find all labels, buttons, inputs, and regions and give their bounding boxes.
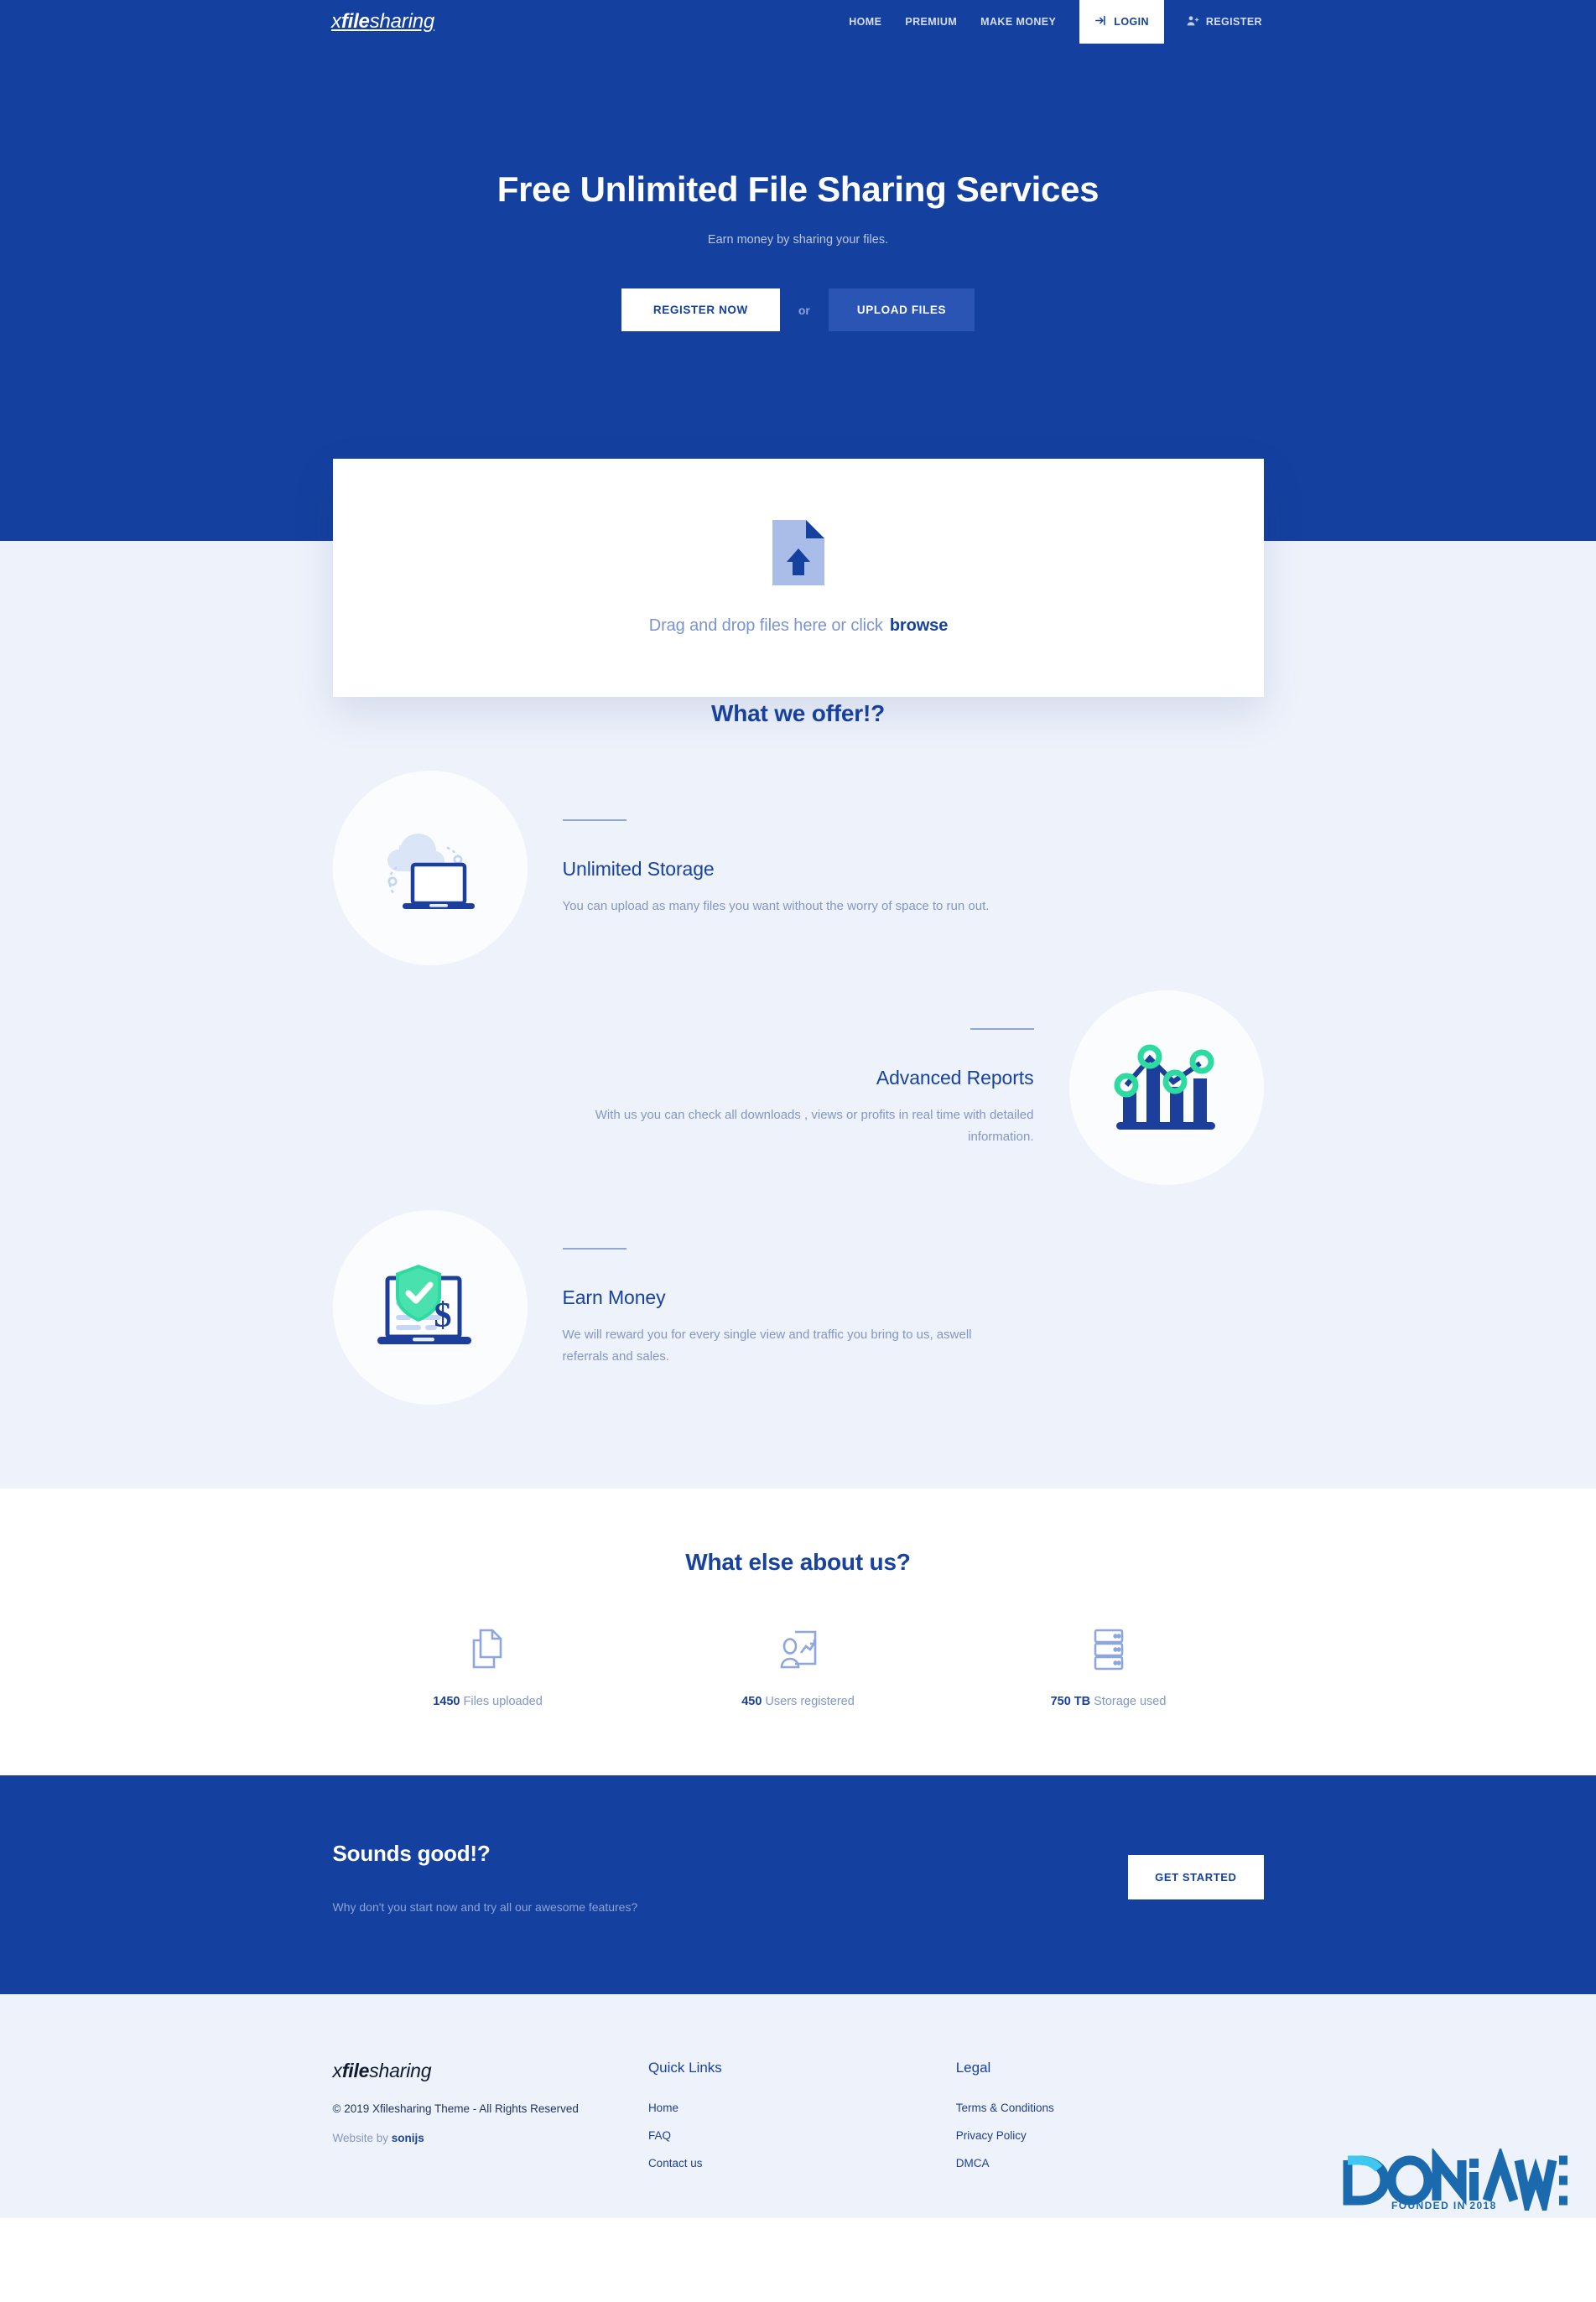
hero-content: Free Unlimited File Sharing Services Ear…: [0, 44, 1596, 332]
browse-link[interactable]: browse: [890, 616, 949, 635]
cta-title: Sounds good!?: [332, 1841, 491, 1866]
feature-advanced-reports: Advanced Reports With us you can check a…: [333, 990, 1264, 1185]
stat-storage-used-label: 750 TB Storage used: [954, 1695, 1264, 1708]
footer-quick-links-column: Quick Links Home FAQ Contact us: [648, 2060, 956, 2185]
stat-files-uploaded: 1450 Files uploaded: [333, 1626, 643, 1708]
get-started-button[interactable]: GET STARTED: [1128, 1855, 1264, 1899]
watermark-tagline: FOUNDED IN 2018: [1391, 2200, 1497, 2211]
nav-item-home[interactable]: HOME: [849, 16, 881, 28]
stat-storage-used: 750 TB Storage used: [954, 1626, 1264, 1708]
footer-link-contact-us[interactable]: Contact us: [648, 2157, 956, 2169]
feature-1-body: Unlimited Storage You can upload as many…: [528, 818, 1048, 917]
bar-chart-icon: [1068, 990, 1264, 1185]
logo-part-x: x: [331, 10, 341, 33]
top-navigation-bar: xfilesharing HOME PREMIUM MAKE MONEY LOG…: [0, 0, 1596, 44]
footer-logo-part-sharing: sharing: [369, 2060, 432, 2081]
svg-text:$: $: [434, 1296, 451, 1335]
shield-dollar-laptop-icon: $: [332, 1210, 528, 1405]
footer-logo-part-x: x: [332, 2060, 343, 2081]
footer-link-home[interactable]: Home: [648, 2102, 956, 2114]
stat-users-registered-label: 450 Users registered: [643, 1695, 954, 1708]
stat-storage-used-value: 750 TB: [1050, 1695, 1091, 1708]
logo-part-sharing: sharing: [369, 10, 435, 33]
logo-part-file: file: [341, 10, 370, 33]
footer-link-faq[interactable]: FAQ: [648, 2129, 956, 2142]
stat-files-uploaded-value: 1450: [433, 1695, 460, 1708]
feature-2-title: Advanced Reports: [876, 1066, 1034, 1089]
cta-subtitle: Why don't you start now and try all our …: [332, 1900, 638, 1914]
hero-title: Free Unlimited File Sharing Services: [496, 169, 1100, 209]
stat-users-registered-text: Users registered: [765, 1695, 855, 1708]
register-now-button[interactable]: REGISTER NOW: [621, 288, 780, 332]
stats-section-title: What else about us?: [685, 1549, 911, 1575]
footer-credit-prefix: Website by: [332, 2132, 392, 2144]
feature-3-rule: [562, 1247, 626, 1250]
register-button[interactable]: REGISTER: [1186, 14, 1262, 30]
footer-legal-column: Legal Terms & Conditions Privacy Policy …: [956, 2060, 1264, 2185]
server-icon: [954, 1626, 1264, 1673]
footer-brand-column: xfilesharing © 2019 Xfilesharing Theme -…: [333, 2060, 648, 2185]
cta-text-block: Sounds good!? Why don't you start now an…: [333, 1841, 1129, 1914]
footer: xfilesharing © 2019 Xfilesharing Theme -…: [0, 1994, 1596, 2219]
dropzone[interactable]: Drag and drop files here or click browse: [333, 459, 1264, 697]
upload-files-button[interactable]: UPLOAD FILES: [828, 288, 975, 332]
feature-3-description: We will reward you for every single view…: [562, 1327, 972, 1364]
feature-3-title: Earn Money: [562, 1286, 666, 1308]
login-arrow-icon: [1094, 14, 1107, 29]
feature-unlimited-storage: Unlimited Storage You can upload as many…: [332, 771, 1264, 965]
footer-logo[interactable]: xfilesharing: [333, 2060, 648, 2082]
footer-link-terms[interactable]: Terms & Conditions: [956, 2102, 1264, 2114]
files-icon: [333, 1626, 643, 1673]
cta-inner: Sounds good!? Why don't you start now an…: [333, 1841, 1264, 1914]
feature-1-title: Unlimited Storage: [562, 857, 715, 880]
offer-section-title: What we offer!?: [711, 700, 885, 726]
stat-storage-used-text: Storage used: [1094, 1695, 1167, 1708]
feature-2-body: Advanced Reports With us you can check a…: [333, 1027, 1069, 1148]
feature-3-body: Earn Money We will reward you for every …: [528, 1247, 1264, 1368]
footer-quick-links-title: Quick Links: [647, 2060, 722, 2076]
hero-subtitle: Earn money by sharing your files.: [707, 233, 889, 247]
main-nav: HOME PREMIUM MAKE MONEY LOGIN REGISTER: [849, 0, 1596, 44]
stats-section: What else about us? 1450 Files uploaded: [0, 1489, 1596, 1775]
cta-section: Sounds good!? Why don't you start now an…: [0, 1775, 1596, 1994]
footer-link-dmca[interactable]: DMCA: [956, 2157, 1264, 2169]
footer-legal-title: Legal: [955, 2060, 991, 2076]
register-button-label: REGISTER: [1205, 16, 1262, 28]
hero-or-text: or: [798, 303, 810, 317]
doniaweb-watermark-logo: FOUNDED IN 2018: [1339, 2145, 1584, 2219]
dropzone-instruction: Drag and drop files here or click: [648, 616, 883, 635]
feature-1-rule: [562, 818, 626, 821]
feature-2-description: With us you can check all downloads , vi…: [595, 1107, 1034, 1144]
dropzone-text: Drag and drop files here or click browse: [648, 616, 949, 636]
file-upload-icon: [772, 520, 824, 590]
login-button-label: LOGIN: [1114, 16, 1149, 28]
feature-2-rule: [970, 1027, 1034, 1030]
footer-copyright: © 2019 Xfilesharing Theme - All Rights R…: [332, 2102, 579, 2115]
feature-earn-money: $ Earn Money We will reward you for ever…: [332, 1210, 1264, 1405]
stat-users-registered: 450 Users registered: [643, 1626, 954, 1708]
stat-users-registered-value: 450: [741, 1695, 762, 1708]
cloud-laptop-icon: [332, 771, 528, 965]
stat-files-uploaded-label: 1450 Files uploaded: [333, 1695, 643, 1708]
footer-credit-name[interactable]: sonijs: [392, 2132, 424, 2144]
footer-link-privacy[interactable]: Privacy Policy: [956, 2129, 1264, 2142]
footer-credit: Website by sonijs: [333, 2132, 648, 2144]
footer-logo-part-file: file: [341, 2060, 370, 2081]
footer-inner: xfilesharing © 2019 Xfilesharing Theme -…: [333, 2060, 1264, 2185]
site-logo[interactable]: xfilesharing: [331, 10, 434, 34]
user-plus-icon: [1186, 14, 1199, 30]
nav-item-premium[interactable]: PREMIUM: [905, 16, 957, 28]
login-button[interactable]: LOGIN: [1079, 0, 1164, 44]
feature-1-description: You can upload as many files you want wi…: [562, 898, 990, 913]
user-chart-icon: [643, 1626, 954, 1673]
stats-row: 1450 Files uploaded 450 Users registered: [333, 1626, 1264, 1708]
stat-files-uploaded-text: Files uploaded: [463, 1695, 543, 1708]
hero-action-buttons: REGISTER NOW or UPLOAD FILES: [0, 288, 1596, 332]
nav-item-make-money[interactable]: MAKE MONEY: [980, 16, 1056, 28]
